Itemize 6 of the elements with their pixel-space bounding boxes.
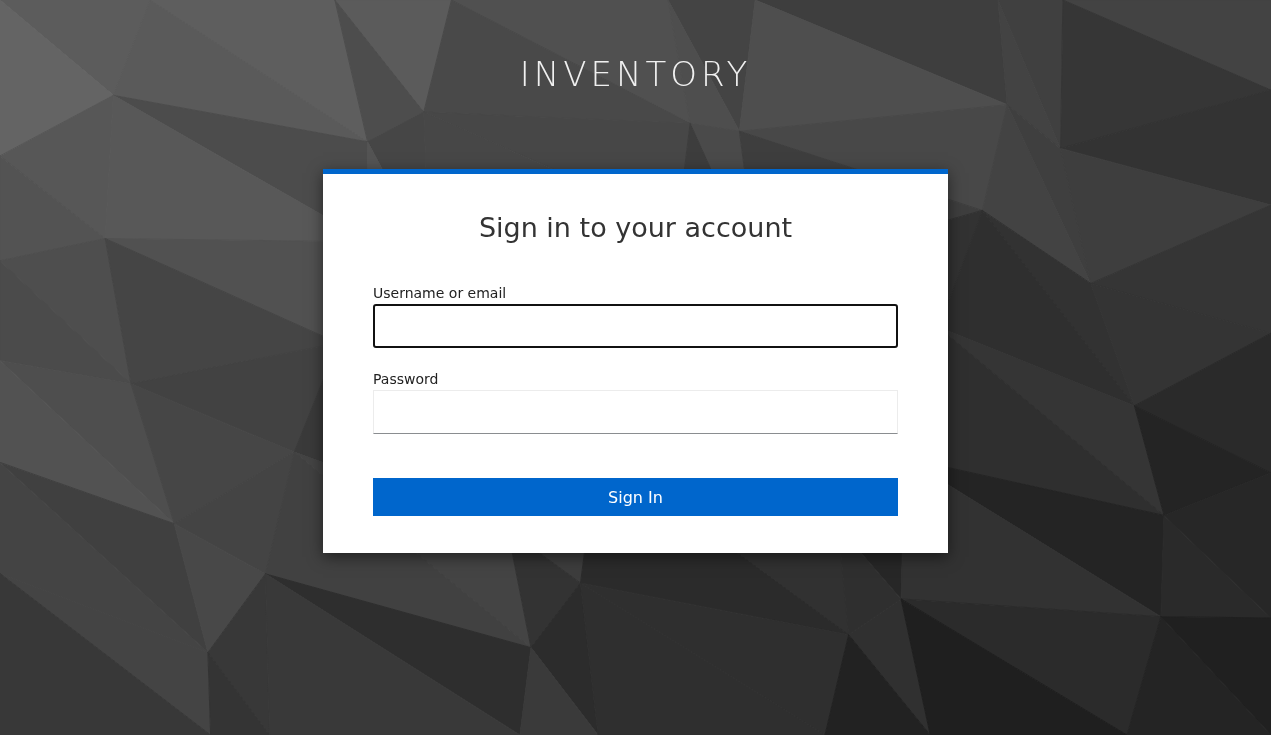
- card-title: Sign in to your account: [477, 211, 794, 245]
- field-label: Username or email: [373, 284, 508, 303]
- input-field[interactable]: [373, 304, 898, 348]
- field-label: Password: [373, 370, 440, 389]
- sign-in-button[interactable]: Sign In: [373, 478, 898, 516]
- brand-title: INVENTORY: [519, 53, 752, 96]
